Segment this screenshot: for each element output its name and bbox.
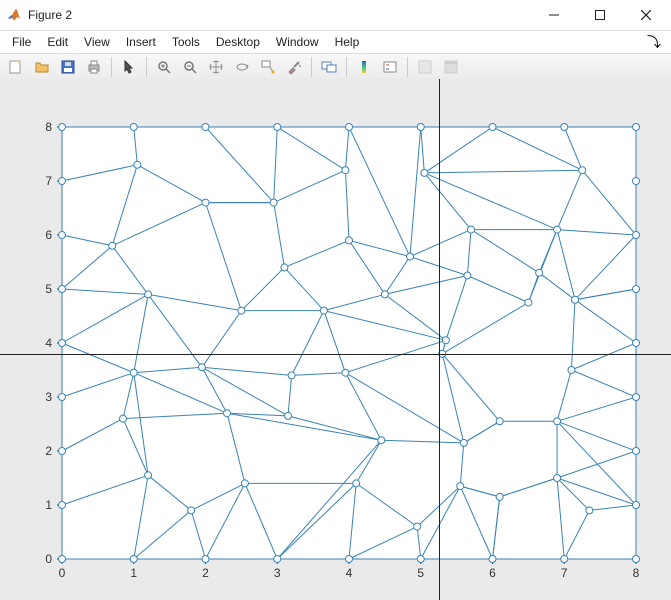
- pan-button[interactable]: [204, 55, 228, 79]
- print-button[interactable]: [82, 55, 106, 79]
- colorbar-button[interactable]: [352, 55, 376, 79]
- hide-plot-tools-button[interactable]: [413, 55, 437, 79]
- svg-text:5: 5: [417, 566, 424, 580]
- zoom-out-button[interactable]: [178, 55, 202, 79]
- open-button[interactable]: [30, 55, 54, 79]
- svg-text:0: 0: [45, 552, 52, 566]
- svg-text:2: 2: [45, 444, 52, 458]
- svg-text:6: 6: [45, 228, 52, 242]
- svg-text:4: 4: [45, 336, 52, 350]
- collapse-toolstrip-icon[interactable]: ⤵: [641, 32, 667, 52]
- svg-text:5: 5: [45, 282, 52, 296]
- rotate3d-button[interactable]: [230, 55, 254, 79]
- svg-text:6: 6: [489, 566, 496, 580]
- toolbar: [0, 54, 671, 81]
- svg-text:2: 2: [202, 566, 209, 580]
- maximize-button[interactable]: [577, 0, 623, 30]
- svg-text:1: 1: [130, 566, 137, 580]
- svg-text:7: 7: [45, 174, 52, 188]
- window-title: Figure 2: [28, 8, 72, 22]
- data-cursor-button[interactable]: [256, 55, 280, 79]
- axes[interactable]: 0 1 2 3 4 5 6 7 8 0 1 2 3 4 5 6 7 8: [0, 79, 671, 600]
- svg-text:8: 8: [45, 120, 52, 134]
- link-plot-button[interactable]: [317, 55, 341, 79]
- menu-file[interactable]: File: [4, 33, 39, 51]
- minimize-button[interactable]: [531, 0, 577, 30]
- save-button[interactable]: [56, 55, 80, 79]
- menu-view[interactable]: View: [76, 33, 118, 51]
- menu-edit[interactable]: Edit: [39, 33, 76, 51]
- brush-button[interactable]: [282, 55, 306, 79]
- svg-text:1: 1: [45, 498, 52, 512]
- svg-text:3: 3: [274, 566, 281, 580]
- figure-canvas[interactable]: 0 1 2 3 4 5 6 7 8 0 1 2 3 4 5 6 7 8: [0, 79, 671, 600]
- legend-button[interactable]: [378, 55, 402, 79]
- svg-text:8: 8: [633, 566, 640, 580]
- menu-window[interactable]: Window: [268, 33, 327, 51]
- dock-figure-button[interactable]: [439, 55, 463, 79]
- menu-tools[interactable]: Tools: [164, 33, 208, 51]
- matlab-icon: [6, 7, 22, 23]
- menu-help[interactable]: Help: [327, 33, 368, 51]
- menu-desktop[interactable]: Desktop: [208, 33, 268, 51]
- close-button[interactable]: [623, 0, 669, 30]
- svg-text:7: 7: [561, 566, 568, 580]
- menu-bar: File Edit View Insert Tools Desktop Wind…: [0, 31, 671, 54]
- menu-insert[interactable]: Insert: [118, 33, 164, 51]
- svg-text:0: 0: [59, 566, 66, 580]
- svg-text:3: 3: [45, 390, 52, 404]
- pointer-button[interactable]: [117, 55, 141, 79]
- svg-text:4: 4: [346, 566, 353, 580]
- new-figure-button[interactable]: [4, 55, 28, 79]
- zoom-in-button[interactable]: [152, 55, 176, 79]
